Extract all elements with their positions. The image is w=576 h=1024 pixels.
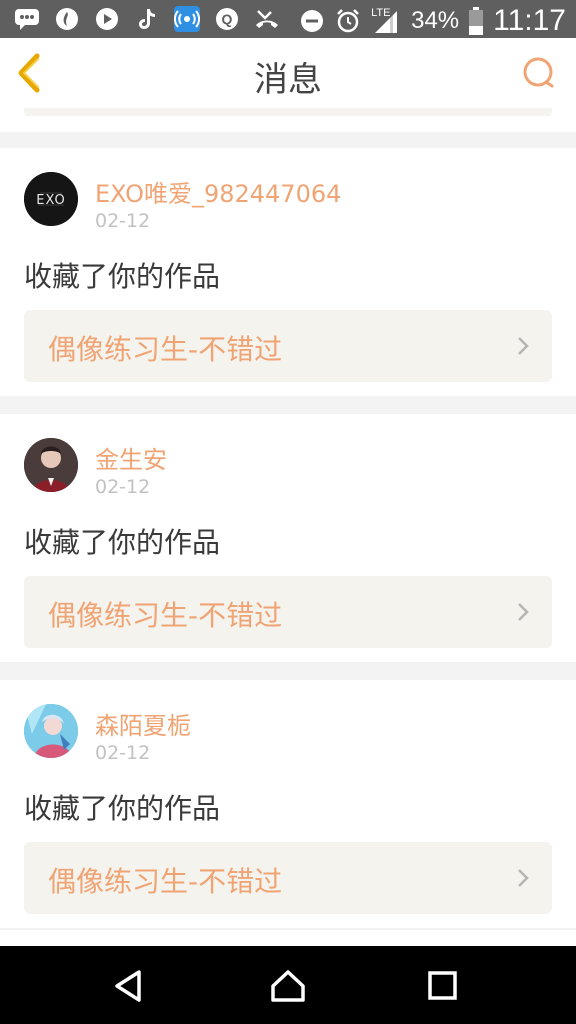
previous-card-bottom — [0, 108, 576, 132]
video-app-icon — [94, 7, 120, 31]
portrait-avatar — [24, 438, 78, 492]
next-card-top — [0, 930, 576, 946]
avatar[interactable]: EXO — [24, 172, 78, 226]
timestamp: 02-12 — [95, 742, 151, 764]
clock: 11:17 — [493, 4, 566, 37]
avatar[interactable] — [24, 438, 78, 492]
work-title: 偶像练习生-不错过 — [48, 599, 283, 632]
work-link[interactable]: 偶像练习生-不错过 — [24, 576, 552, 648]
notification-icons: Q — [14, 6, 280, 32]
svg-text:EXO: EXO — [36, 193, 66, 208]
status-bar: Q LTE 34% 11:17 — [0, 0, 576, 38]
chevron-right-icon — [518, 337, 529, 355]
username[interactable]: EXO唯爱_982447064 — [95, 174, 341, 209]
baidu-icon: Q — [214, 7, 240, 31]
work-title: 偶像练习生-不错过 — [48, 865, 283, 898]
wifi-hotspot-icon — [174, 6, 200, 32]
action-text: 收藏了你的作品 — [24, 260, 221, 293]
search-button[interactable] — [518, 52, 560, 94]
nav-back-button[interactable] — [107, 966, 149, 1006]
back-triangle-icon — [115, 970, 141, 1002]
alarm-icon — [335, 9, 361, 33]
missed-call-icon — [254, 7, 280, 31]
nav-recents-button[interactable] — [422, 966, 464, 1006]
action-text: 收藏了你的作品 — [24, 792, 221, 825]
home-icon — [271, 970, 305, 1002]
timestamp: 02-12 — [95, 210, 151, 232]
header: 消息 — [0, 38, 576, 109]
exo-logo-avatar: EXO — [24, 172, 78, 226]
tiktok-icon — [134, 7, 160, 31]
battery-percent: 34% — [411, 7, 460, 34]
fire-app-icon — [54, 7, 80, 31]
recents-icon — [428, 971, 457, 1000]
nav-home-button[interactable] — [267, 966, 309, 1006]
chevron-right-icon — [518, 869, 529, 887]
work-link[interactable]: 偶像练习生-不错过 — [24, 842, 552, 914]
network-label: LTE — [371, 7, 391, 19]
signal-icon: LTE — [371, 7, 401, 33]
battery-icon — [469, 7, 484, 35]
dnd-icon — [299, 9, 325, 33]
navigation-bar — [0, 946, 576, 1024]
svg-text:Q: Q — [222, 11, 233, 27]
work-title: 偶像练习生-不错过 — [48, 333, 283, 366]
action-text: 收藏了你的作品 — [24, 526, 221, 559]
notification-card: 金生安 02-12 收藏了你的作品 偶像练习生-不错过 — [0, 414, 576, 662]
timestamp: 02-12 — [95, 476, 151, 498]
message-icon — [14, 7, 40, 31]
page-title: 消息 — [254, 60, 322, 100]
notification-card: EXO EXO唯爱_982447064 02-12 收藏了你的作品 偶像练习生-… — [0, 148, 576, 396]
previous-work-link-edge — [24, 108, 552, 116]
search-icon — [523, 57, 554, 88]
work-link[interactable]: 偶像练习生-不错过 — [24, 310, 552, 382]
notification-card: 森陌夏栀 02-12 收藏了你的作品 偶像练习生-不错过 — [0, 680, 576, 928]
username[interactable]: 金生安 — [95, 440, 167, 475]
username[interactable]: 森陌夏栀 — [95, 706, 191, 741]
anime-avatar — [24, 704, 78, 758]
avatar[interactable] — [24, 704, 78, 758]
chevron-right-icon — [518, 603, 529, 621]
